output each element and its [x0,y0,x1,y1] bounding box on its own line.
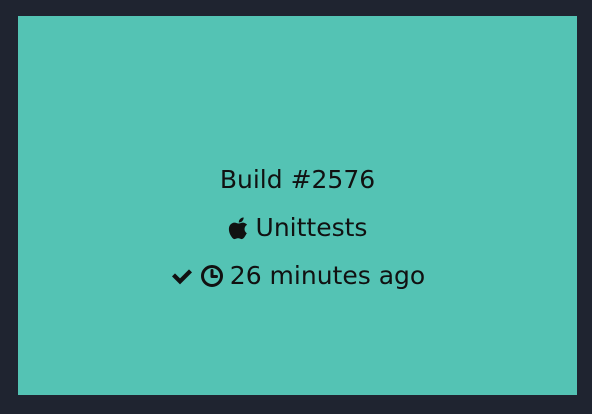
build-info: Build #2576 Unittests 26 minutes ago [18,156,577,300]
job-name: Unittests [255,213,368,242]
time-ago: 26 minutes ago [229,261,426,290]
status-row: 26 minutes ago [18,252,577,300]
build-status-tile: Build #2576 Unittests 26 minutes ago [18,16,577,395]
check-icon [170,266,194,286]
build-title: Build #2576 [219,165,376,194]
job-row: Unittests [18,204,577,252]
apple-icon [228,216,250,240]
build-title-row: Build #2576 [18,156,577,204]
clock-icon [200,264,224,288]
